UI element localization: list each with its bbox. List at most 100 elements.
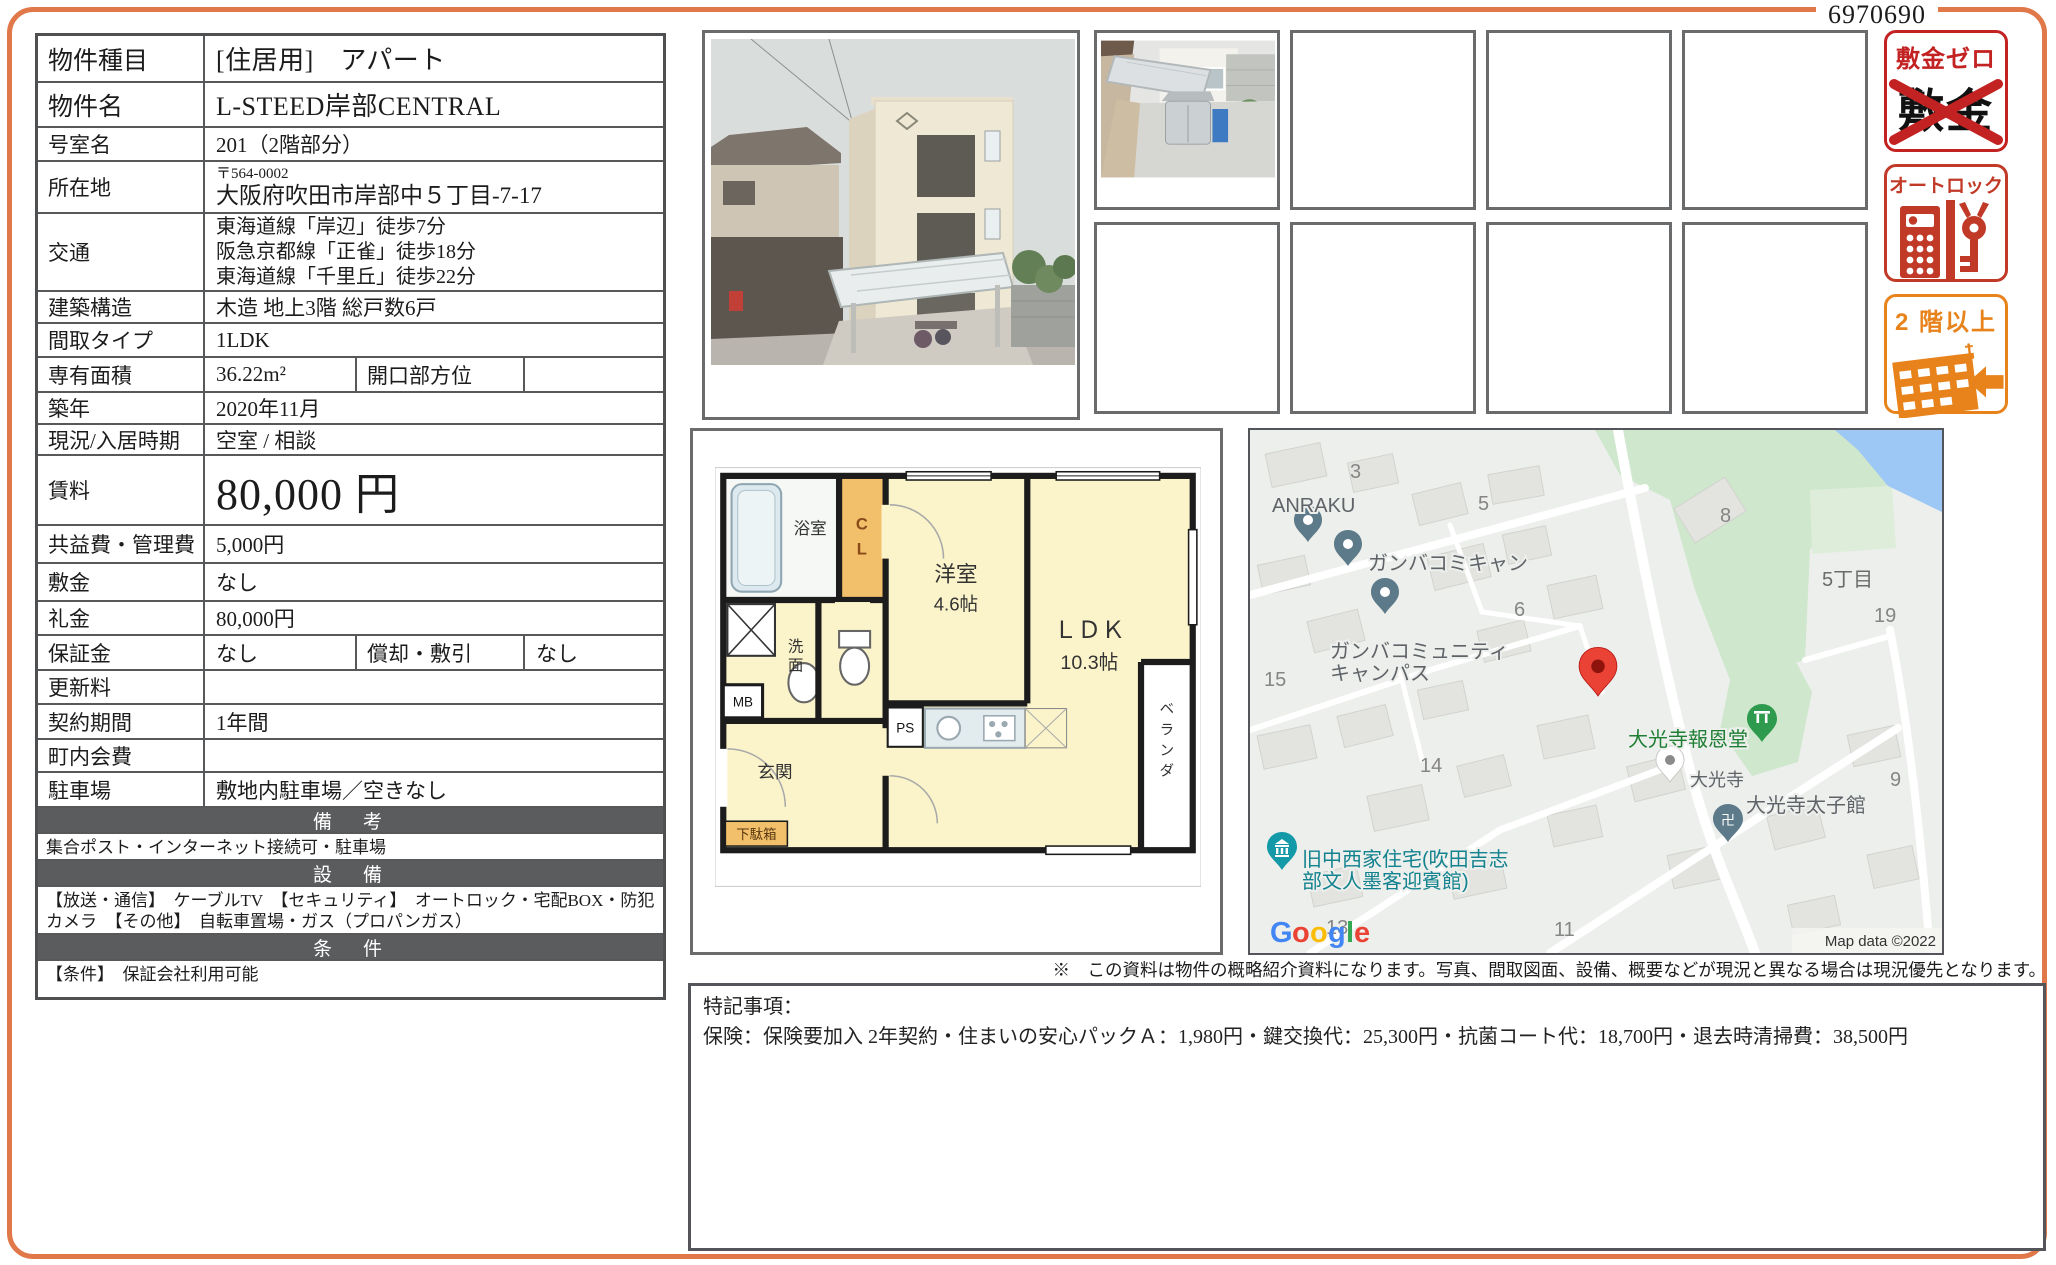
table-row-structure: 建築構造 木造 地上3階 総戸数6戸	[38, 292, 663, 324]
property-sheet: 6970690 物件種目 [住居用] アパート 物件名 L-STEED岸部CEN…	[0, 0, 2056, 1265]
bath-label: 浴室	[794, 519, 827, 538]
svg-text:6: 6	[1514, 599, 1525, 621]
table-row-rent: 賃料 80,000 円	[38, 456, 663, 526]
row-value: 〒564-0002 大阪府吹田市岸部中５丁目-7-17	[205, 162, 663, 212]
amortization-value: なし	[525, 636, 663, 669]
amortization-label: 償却・敷引	[357, 636, 525, 669]
property-spec-table: 物件種目 [住居用] アパート 物件名 L-STEED岸部CENTRAL 号室名…	[35, 33, 666, 1000]
badge-second-floor-up: 2 階以上	[1884, 294, 2008, 414]
svg-text:卍: 卍	[1721, 812, 1735, 828]
svg-text:5: 5	[1478, 493, 1489, 515]
bicycle-area-photo-illustration	[1101, 39, 1275, 179]
svg-text:ン: ン	[1160, 743, 1174, 759]
table-row-area: 専有面積 36.22m² 開口部方位	[38, 358, 663, 393]
opening-direction-value	[525, 358, 663, 391]
row-value: 2020年11月	[205, 393, 663, 423]
row-value: 空室 / 相談	[205, 425, 663, 454]
western-room-label: 洋室	[934, 561, 977, 586]
special-notes: 特記事項： 保険：保険要加入 2年契約・住まいの安心パックＡ：1,980円・鍵交…	[688, 983, 2046, 1251]
photo-placeholder	[1290, 30, 1476, 210]
transport-line: 東海道線「岸辺」徒歩7分	[216, 215, 446, 240]
intercom-key-icon	[1897, 200, 1995, 282]
svg-text:ラ: ラ	[1160, 722, 1174, 738]
row-label: 号室名	[38, 128, 205, 160]
cross-out-icon	[1888, 76, 2004, 148]
row-label: 礼金	[38, 602, 205, 634]
row-label: 更新料	[38, 671, 205, 703]
svg-text:g: g	[1328, 917, 1346, 949]
second-floor-label: 2 階以上	[1887, 302, 2005, 337]
crossed-deposit: 敷金	[1888, 76, 2004, 148]
row-value: 木造 地上3階 総戸数6戸	[205, 292, 663, 322]
table-row-built: 築年 2020年11月	[38, 393, 663, 425]
svg-text:15: 15	[1264, 669, 1286, 691]
table-row-status: 現況/入居時期 空室 / 相談	[38, 425, 663, 456]
svg-text:面: 面	[788, 657, 804, 674]
address: 大阪府吹田市岸部中５丁目-7-17	[216, 183, 542, 209]
mb-label: MB	[733, 694, 753, 709]
row-label: 町内会費	[38, 740, 205, 771]
row-label: 駐車場	[38, 773, 205, 806]
disclaimer-note: ※ この資料は物件の概略紹介資料になります。写真、間取図面、設備、概要などが現況…	[690, 957, 2046, 982]
svg-text:o: o	[1310, 917, 1328, 949]
building-floor-icon	[1887, 338, 2005, 418]
svg-text:3: 3	[1350, 461, 1361, 483]
table-row-layout-type: 間取タイプ 1LDK	[38, 324, 663, 358]
ldk-label: ＬＤＫ	[1054, 617, 1125, 644]
row-label: 間取タイプ	[38, 324, 205, 356]
row-value: 5,000円	[205, 526, 663, 562]
svg-text:5丁目: 5丁目	[1822, 569, 1873, 591]
location-map: 3 5 8 6 15 14 9 19 13 11 5丁目	[1248, 428, 1944, 955]
svg-text:大光寺報恩堂: 大光寺報恩堂	[1628, 728, 1748, 751]
table-row-property-name: 物件名 L-STEED岸部CENTRAL	[38, 83, 663, 128]
table-row-room-no: 号室名 201（2階部分）	[38, 128, 663, 162]
opening-direction-label: 開口部方位	[357, 358, 525, 391]
svg-text:e: e	[1354, 917, 1370, 949]
badge-deposit-zero: 敷金ゼロ 敷金	[1884, 30, 2008, 152]
row-value: L-STEED岸部CENTRAL	[205, 83, 663, 126]
svg-text:9: 9	[1890, 769, 1901, 791]
wash-label: 洗	[788, 638, 804, 656]
special-notes-title: 特記事項：	[703, 992, 2031, 1022]
svg-text:ANRAKU: ANRAKU	[1272, 495, 1355, 517]
table-row-key-money: 礼金 80,000円	[38, 602, 663, 636]
photo-placeholder	[1486, 30, 1672, 210]
row-value: 敷地内駐車場／空きなし	[205, 773, 663, 806]
svg-text:ダ: ダ	[1160, 763, 1174, 780]
transport-line: 阪急京都線「正雀」徒歩18分	[216, 240, 476, 265]
map-canvas: 3 5 8 6 15 14 9 19 13 11 5丁目	[1250, 430, 1942, 953]
photo-placeholder	[1682, 222, 1868, 414]
svg-text:G: G	[1270, 917, 1293, 949]
table-row-location: 所在地 〒564-0002 大阪府吹田市岸部中５丁目-7-17	[38, 162, 663, 214]
deposit-zero-label: 敷金ゼロ	[1887, 39, 2005, 74]
row-label: 建築構造	[38, 292, 205, 322]
row-label: 専有面積	[38, 358, 205, 391]
table-row-common-fee: 共益費・管理費 5,000円	[38, 526, 663, 564]
row-label: 所在地	[38, 162, 205, 212]
table-row-renewal-fee: 更新料	[38, 671, 663, 705]
section-header-conditions: 条 件	[38, 935, 663, 961]
svg-text:ベ: ベ	[1160, 702, 1174, 718]
row-value: 201（2階部分）	[205, 128, 663, 160]
ldk-size: 10.3帖	[1060, 652, 1118, 674]
photo-placeholder	[1094, 222, 1280, 414]
google-logo: G o o g l e	[1270, 917, 1370, 949]
row-value: [住居用] アパート	[205, 36, 663, 81]
row-value: 80,000円	[205, 602, 663, 634]
closet-label-c: C	[856, 515, 868, 534]
floor-plan-drawing: MB PS 下駄箱 浴室 C L 洗 面 玄関 洋室 4.6帖 ＬＤＫ 10.3…	[715, 467, 1201, 887]
area-value: 36.22m²	[205, 358, 357, 391]
table-row-town-fee: 町内会費	[38, 740, 663, 773]
svg-text:部文人墨客迎賓館): 部文人墨客迎賓館)	[1302, 870, 1469, 893]
closet-label-l: L	[857, 539, 867, 558]
shoebox-label: 下駄箱	[736, 827, 776, 842]
ps-label: PS	[896, 720, 914, 735]
map-attribution: Map data ©2022	[1825, 933, 1936, 950]
svg-text:ガンバコミュニティ: ガンバコミュニティ	[1330, 640, 1509, 663]
row-label: 保証金	[38, 636, 205, 669]
remarks-text: 集合ポスト・インターネット接続可・駐車場	[38, 834, 663, 861]
row-label: 築年	[38, 393, 205, 423]
auto-lock-label: オートロック	[1887, 171, 2005, 198]
row-value	[205, 740, 663, 771]
section-header-remarks: 備 考	[38, 808, 663, 834]
